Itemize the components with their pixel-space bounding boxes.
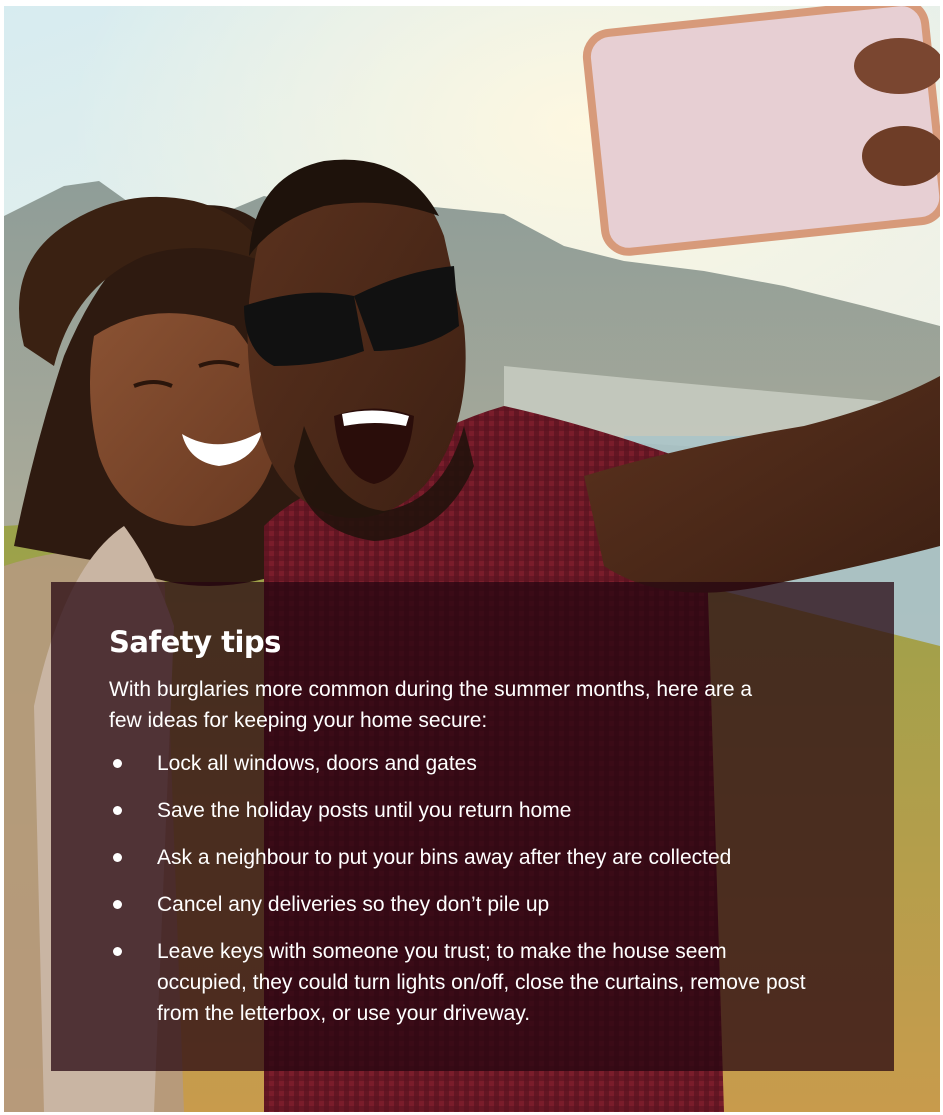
list-item: Cancel any deliveries so they don’t pile… (109, 889, 854, 920)
bullet-dot (113, 806, 122, 815)
tips-list: Lock all windows, doors and gates Save t… (109, 748, 854, 1029)
list-item: Ask a neighbour to put your bins away af… (109, 842, 854, 873)
card-title: Safety tips (109, 625, 281, 659)
bullet-dot (113, 900, 122, 909)
tip-text: Lock all windows, doors and gates (157, 752, 477, 775)
tip-text: Cancel any deliveries so they don’t pile… (157, 893, 550, 916)
bullet-dot (113, 853, 122, 862)
bullet-dot (113, 759, 122, 768)
tip-text: Save the holiday posts until you return … (157, 799, 572, 822)
tip-text: Leave keys with someone you trust; to ma… (157, 940, 806, 1025)
list-item: Leave keys with someone you trust; to ma… (109, 936, 807, 1029)
bullet-dot (113, 947, 122, 956)
safety-tips-card: Safety tips With burglaries more common … (51, 582, 894, 1071)
tip-text: Ask a neighbour to put your bins away af… (157, 846, 732, 869)
hero-image-frame: Safety tips With burglaries more common … (4, 6, 940, 1112)
list-item: Lock all windows, doors and gates (109, 748, 854, 779)
list-item: Save the holiday posts until you return … (109, 795, 854, 826)
card-intro: With burglaries more common during the s… (109, 678, 753, 732)
